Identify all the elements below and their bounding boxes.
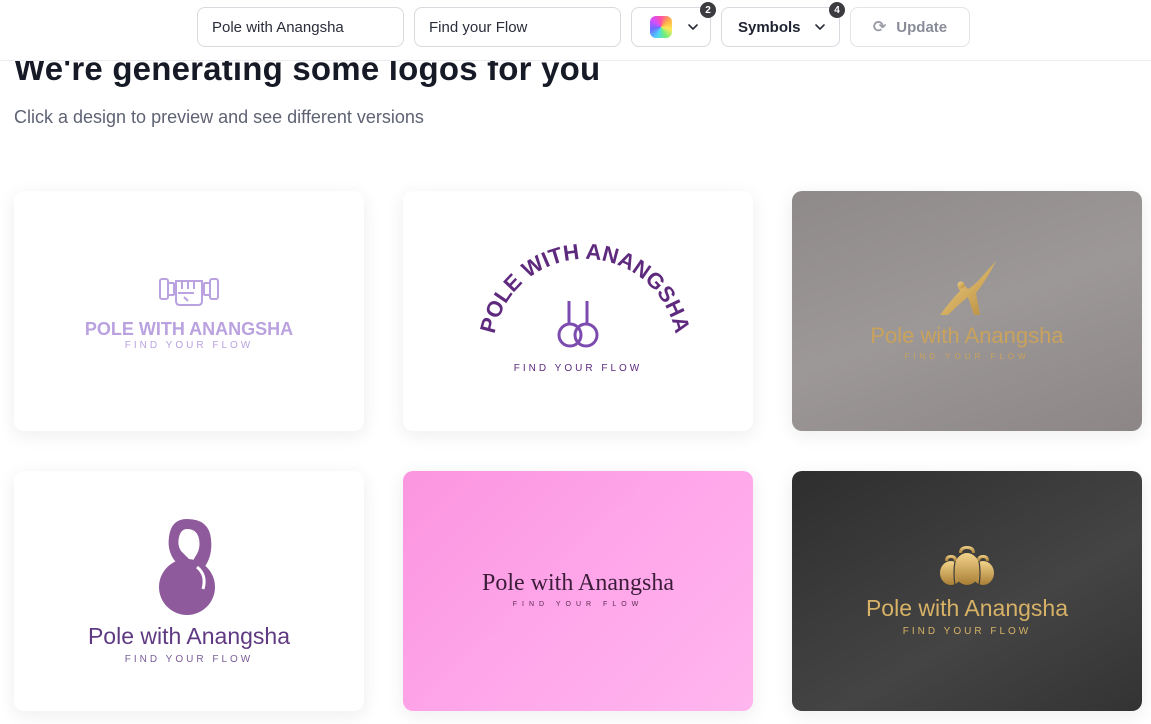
chevron-down-icon bbox=[688, 24, 698, 30]
slogan-value: Find your Flow bbox=[429, 18, 528, 36]
logo-card[interactable]: POLE WITH ANANGSHA FIND YOUR FLOW bbox=[14, 191, 364, 431]
logo-tagline: FIND YOUR FLOW bbox=[902, 626, 1032, 637]
color-count-badge: 2 bbox=[700, 2, 716, 18]
logo-card[interactable]: Pole with Anangsha FIND YOUR FLOW bbox=[792, 191, 1142, 431]
chevron-down-icon bbox=[815, 24, 825, 30]
logo-tagline: FIND YOUR FLOW bbox=[124, 340, 254, 351]
logo-tagline: FIND YOUR FLOW bbox=[513, 363, 643, 374]
gymnastic-rings-icon bbox=[557, 301, 599, 348]
logo-name: POLE WITH ANANGSHA bbox=[84, 319, 294, 339]
color-palette-icon bbox=[650, 16, 672, 38]
top-toolbar: Pole with Anangsha Find your Flow 2 Symb… bbox=[0, 0, 1151, 61]
company-name-input[interactable]: Pole with Anangsha bbox=[197, 7, 404, 47]
refresh-icon: ⟳ bbox=[872, 19, 887, 36]
yoga-pose-icon bbox=[940, 261, 996, 315]
logo-card[interactable]: Pole with Anangsha FIND YOUR FLOW bbox=[792, 471, 1142, 711]
color-picker-button[interactable]: 2 bbox=[631, 2, 716, 47]
logo-name: Pole with Anangsha bbox=[87, 623, 291, 649]
logo-tagline: FIND YOUR FLOW bbox=[124, 654, 254, 665]
logo-tagline: FIND YOUR FLOW bbox=[904, 352, 1030, 361]
logo-tagline: FIND YOUR FLOW bbox=[512, 601, 644, 608]
symbols-label: Symbols bbox=[738, 18, 801, 36]
update-button[interactable]: ⟳ Update bbox=[850, 7, 970, 47]
logo-name: Pole with Anangsha bbox=[865, 595, 1069, 621]
logo-name: Pole with Anangsha bbox=[870, 323, 1064, 348]
logo-card[interactable]: Pole with Anangsha FIND YOUR FLOW bbox=[403, 471, 753, 711]
fist-dumbbell-icon bbox=[159, 278, 219, 306]
kettlebells-icon bbox=[940, 546, 994, 586]
logo-name: Pole with Anangsha bbox=[482, 570, 674, 596]
slogan-input[interactable]: Find your Flow bbox=[414, 7, 621, 47]
logo-card[interactable]: POLE WITH ANANGSHA FIND YOUR FLOW bbox=[403, 191, 753, 431]
symbols-dropdown-button[interactable]: Symbols 4 bbox=[721, 2, 845, 47]
kettlebell-icon bbox=[159, 519, 215, 615]
symbols-count-badge: 4 bbox=[829, 2, 845, 18]
logo-card[interactable]: Pole with Anangsha FIND YOUR FLOW bbox=[14, 471, 364, 711]
page-subtitle: Click a design to preview and see differ… bbox=[14, 107, 424, 127]
update-label: Update bbox=[896, 18, 948, 36]
company-name-value: Pole with Anangsha bbox=[212, 18, 344, 36]
